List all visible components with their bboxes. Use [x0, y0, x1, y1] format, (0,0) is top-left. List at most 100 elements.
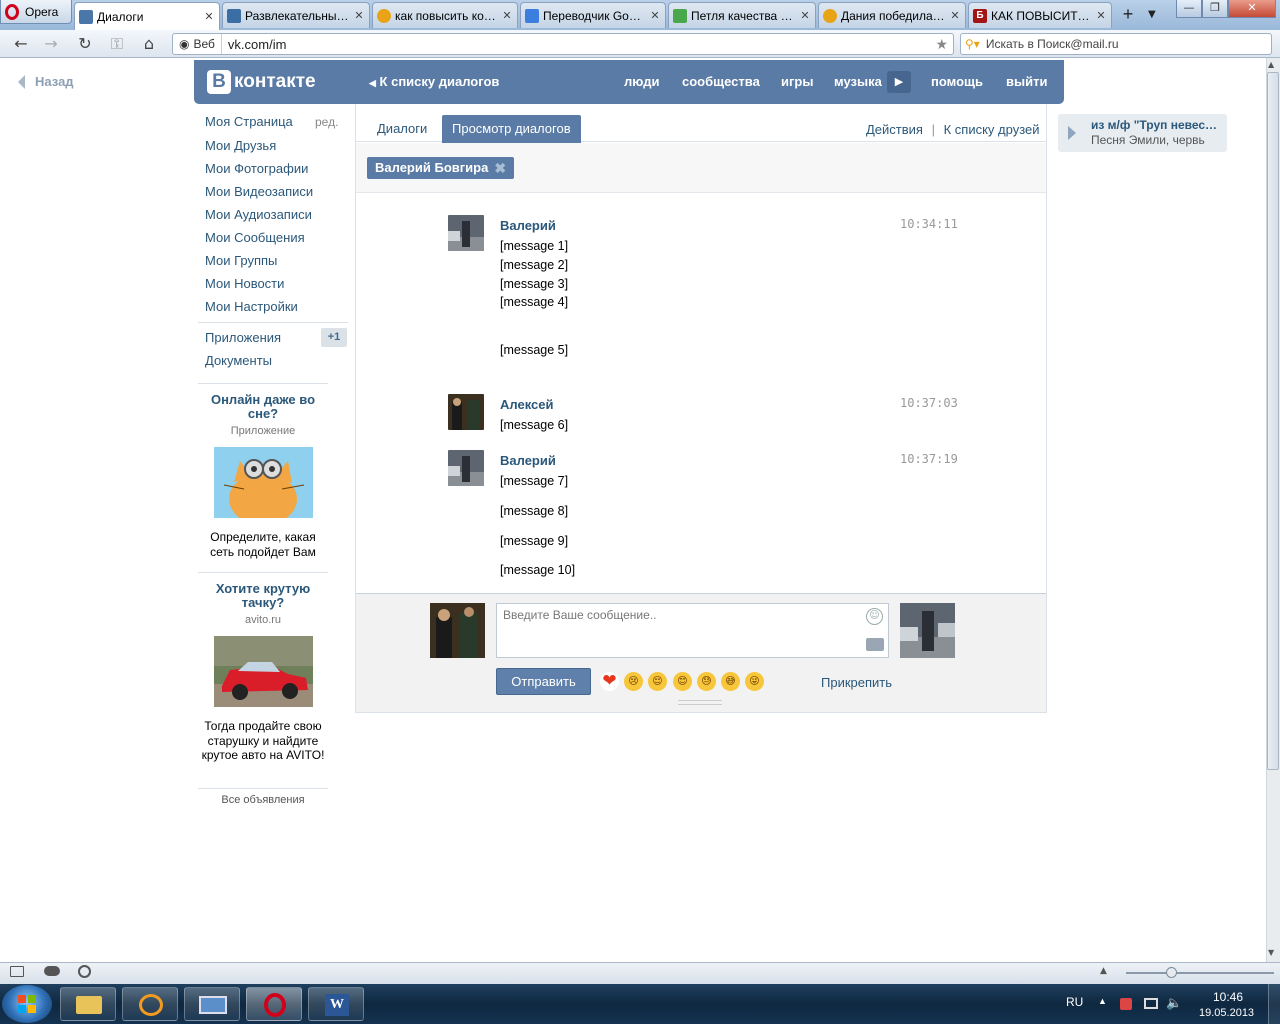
menu-groups[interactable]: Мои Группы [205, 253, 277, 268]
show-desktop-button[interactable] [1268, 984, 1280, 1024]
actions-link[interactable]: Действия [866, 122, 923, 137]
maximize-window-icon[interactable]: ❐ [1202, 0, 1228, 18]
taskbar-opera[interactable] [246, 987, 302, 1021]
browser-tab[interactable]: Развлекательный... ✕ [222, 2, 370, 28]
friends-list-link[interactable]: К списку друзей [944, 122, 1040, 137]
menu-documents[interactable]: Документы [205, 353, 272, 368]
now-playing[interactable]: из м/ф "Труп невесты" Песня Эмили, червь [1058, 114, 1227, 152]
nav-communities[interactable]: сообщества [682, 74, 760, 89]
menu-messages[interactable]: Мои Сообщения [205, 230, 305, 245]
browser-tab[interactable]: Б КАК ПОВЫСИТЬ ... ✕ [968, 2, 1112, 28]
ad-title[interactable]: Хотите крутую тачку? [199, 582, 327, 610]
zoom-slider[interactable] [1126, 972, 1274, 974]
back-arrow-icon[interactable]: ← [10, 33, 32, 55]
menu-photos[interactable]: Мои Фотографии [205, 161, 308, 176]
close-tab-icon[interactable]: ✕ [353, 9, 365, 22]
browser-tab[interactable]: Дания победила ... ✕ [818, 2, 966, 28]
opera-menu-button[interactable]: Opera [0, 0, 72, 24]
tab-dialogs[interactable]: Диалоги [367, 115, 437, 143]
sad-emoji-icon[interactable]: 😢 [624, 672, 643, 691]
back-to-dialogs-link[interactable]: ◀ К списку диалогов [369, 74, 499, 89]
close-tab-icon[interactable]: ✕ [799, 9, 811, 22]
send-button[interactable]: Отправить [496, 668, 591, 695]
music-play-icon[interactable]: ▶ [887, 71, 911, 93]
message-author[interactable]: Валерий [500, 453, 556, 468]
menu-edit-link[interactable]: ред. [315, 115, 338, 129]
clock-date[interactable]: 19.05.2013 [1199, 1007, 1254, 1019]
tray-expand-icon[interactable]: ▲ [1098, 996, 1107, 1006]
minimize-window-icon[interactable]: — [1176, 0, 1202, 18]
nav-games[interactable]: игры [781, 74, 813, 89]
ad-cat-image[interactable] [214, 447, 313, 518]
menu-audio[interactable]: Мои Аудиозаписи [205, 207, 312, 222]
browser-tab-dialogs[interactable]: Диалоги ✕ [74, 2, 220, 30]
close-tab-icon[interactable]: ✕ [1095, 9, 1107, 22]
close-tab-icon[interactable]: ✕ [649, 9, 661, 22]
relieved-emoji-icon[interactable]: 😌 [648, 672, 667, 691]
message-input[interactable]: Введите Ваше сообщение.. [496, 603, 889, 658]
menu-apps[interactable]: Приложения [205, 330, 281, 345]
turbo-gauge-icon[interactable] [78, 965, 91, 978]
key-icon[interactable]: ⚿ [106, 33, 128, 55]
play-triangle-icon[interactable] [1068, 126, 1076, 140]
avatar[interactable] [448, 215, 484, 251]
nav-music[interactable]: музыка [834, 74, 882, 89]
ad-text[interactable]: Определите, какая сеть подойдет Вам [199, 530, 327, 559]
taskbar-agent[interactable] [122, 987, 178, 1021]
avatar[interactable] [448, 450, 484, 486]
clock-time[interactable]: 10:46 [1213, 990, 1243, 1004]
address-url[interactable]: vk.com/im [222, 37, 287, 52]
nav-logout[interactable]: выйти [1006, 74, 1047, 89]
start-button[interactable] [2, 985, 52, 1023]
menu-settings[interactable]: Мои Настройки [205, 299, 298, 314]
peer-avatar[interactable] [900, 603, 955, 658]
address-prefix[interactable]: ◉ Веб [173, 34, 222, 54]
back-link[interactable]: Назад [18, 74, 74, 89]
taskbar-word[interactable]: W [308, 987, 364, 1021]
search-engine-icon[interactable]: ⚲▾ [965, 37, 980, 51]
smile-icon[interactable]: ☺ [866, 608, 883, 625]
zoom-out-triangle-icon[interactable]: ▲ [1100, 966, 1107, 976]
address-bar[interactable]: ◉ Веб vk.com/im ★ [172, 33, 954, 55]
attach-link[interactable]: Прикрепить [821, 675, 892, 690]
scrollbar-thumb[interactable] [1267, 72, 1279, 770]
scroll-down-icon[interactable]: ▼ [1268, 948, 1274, 957]
panel-toggle-icon[interactable] [10, 966, 24, 977]
home-icon[interactable]: ⌂ [138, 33, 160, 55]
menu-my-page[interactable]: Моя Страница [205, 114, 293, 129]
volume-icon[interactable]: 🔈 [1166, 995, 1182, 1011]
camera-icon[interactable] [866, 638, 884, 651]
wink-tongue-emoji-icon[interactable]: 😜 [745, 672, 764, 691]
apps-count-badge[interactable]: +1 [321, 328, 347, 347]
vk-logo[interactable]: В контакте [207, 70, 316, 94]
bookmark-star-icon[interactable]: ★ [935, 36, 948, 53]
avatar[interactable] [448, 394, 484, 430]
ad-title[interactable]: Онлайн даже во сне? [199, 393, 327, 421]
language-indicator[interactable]: RU [1066, 995, 1083, 1009]
tab-list-chevron-icon[interactable]: ▼ [1148, 5, 1162, 25]
tab-view-dialogs[interactable]: Просмотр диалогов [442, 115, 581, 143]
resize-grip[interactable] [678, 700, 722, 705]
message-author[interactable]: Алексей [500, 397, 554, 412]
new-tab-plus-icon[interactable]: + [1118, 5, 1138, 25]
all-ads-link[interactable]: Все объявления [199, 794, 327, 806]
peer-chip[interactable]: Валерий Бовгира ✖ [367, 157, 515, 179]
nav-people[interactable]: люди [624, 74, 659, 89]
unite-cloud-icon[interactable] [44, 966, 60, 976]
taskbar-photos[interactable] [184, 987, 240, 1021]
browser-tab[interactable]: Петля качества ст... ✕ [668, 2, 816, 28]
zoom-slider-thumb[interactable] [1166, 967, 1177, 978]
grin-sweat-emoji-icon[interactable]: 😅 [721, 672, 740, 691]
browser-tab[interactable]: как повысить кон... ✕ [372, 2, 518, 28]
ad-text[interactable]: Тогда продайте свою старушку и найдите к… [199, 719, 327, 763]
smile-emoji-icon[interactable]: 😊 [673, 672, 692, 691]
nav-help[interactable]: помощь [931, 74, 983, 89]
menu-videos[interactable]: Мои Видеозаписи [205, 184, 313, 199]
ad-car-image[interactable] [214, 636, 313, 707]
menu-friends[interactable]: Мои Друзья [205, 138, 276, 153]
remove-peer-icon[interactable]: ✖ [494, 157, 506, 179]
scroll-up-icon[interactable]: ▲ [1268, 60, 1274, 69]
close-tab-icon[interactable]: ✕ [501, 9, 513, 22]
taskbar-explorer[interactable] [60, 987, 116, 1021]
sweat-emoji-icon[interactable]: 😓 [697, 672, 716, 691]
